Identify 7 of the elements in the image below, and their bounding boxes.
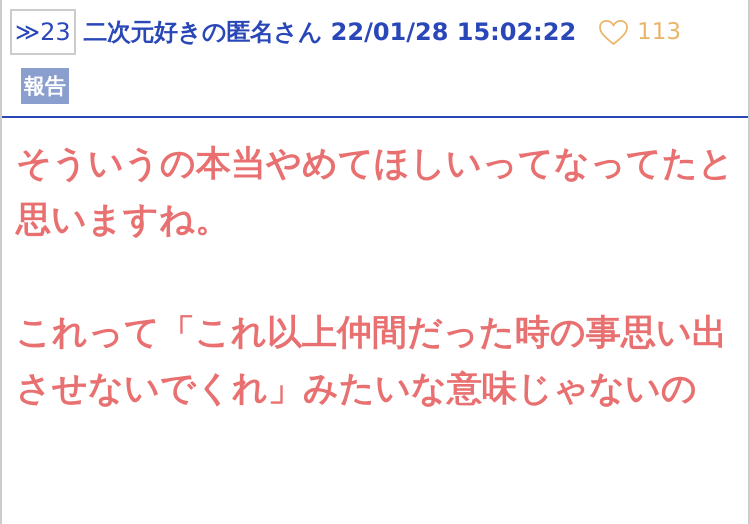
reply-number-link[interactable]: ≫23 xyxy=(10,9,76,55)
author-name: 二次元好きの匿名さん xyxy=(84,17,323,48)
post-text: これって「これ以上仲間だった時の事思い出させないでくれ」みたいな意味じゃないの xyxy=(16,312,728,411)
heart-icon[interactable] xyxy=(598,18,630,46)
like-count: 113 xyxy=(637,19,682,45)
post-date: 22/01/28 15:02:22 xyxy=(330,18,576,46)
post-text: そういうの本当やめてほしいってなってたと思いますね。 xyxy=(16,143,734,242)
